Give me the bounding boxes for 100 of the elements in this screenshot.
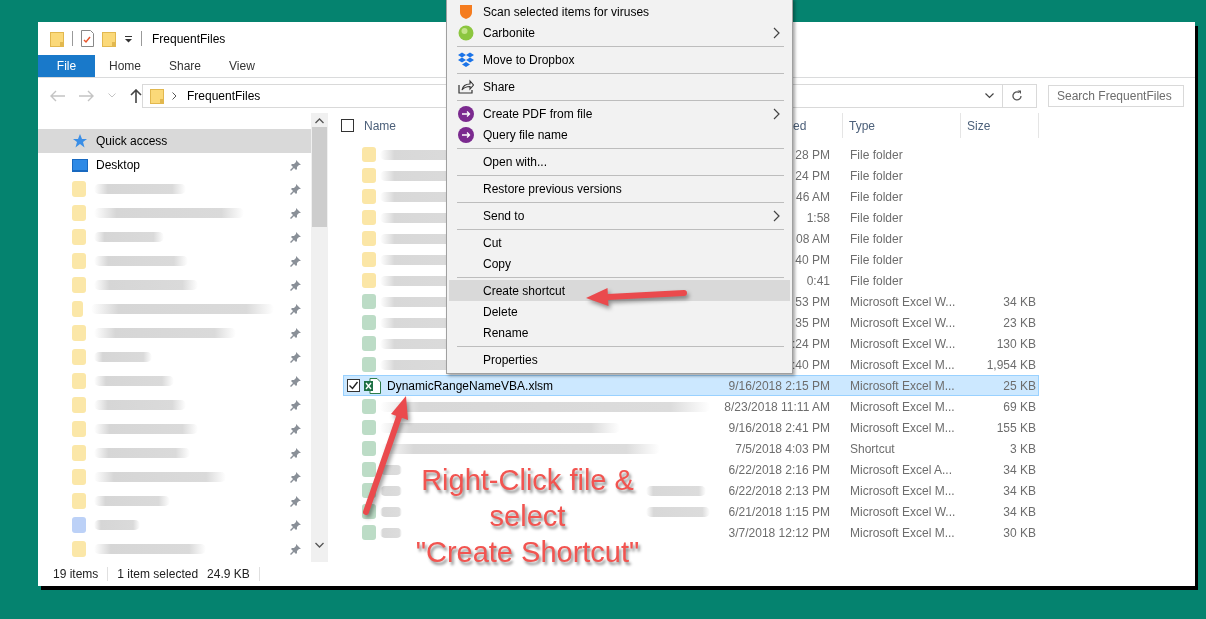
- file-type: File folder: [849, 147, 904, 162]
- ribbon-tab[interactable]: Home: [95, 55, 155, 77]
- date-modified: 6/22/2018 2:13 PM: [727, 483, 830, 498]
- file-size: 25 KB: [1002, 378, 1037, 393]
- file-type: Microsoft Excel A...: [849, 462, 954, 477]
- blurred-icon: [72, 445, 86, 461]
- file-type: File folder: [849, 168, 904, 183]
- date-modified: 35 PM: [794, 315, 830, 330]
- file-size: 23 KB: [1002, 315, 1037, 330]
- menu-item[interactable]: Scan selected items for viruses: [449, 1, 790, 22]
- sidebar-item[interactable]: Desktop: [38, 153, 311, 177]
- blurred-icon: [362, 441, 376, 456]
- blurred-text: [380, 506, 402, 517]
- window-title: FrequentFiles: [152, 31, 226, 46]
- blurred-icon: [362, 294, 376, 309]
- file-type: Microsoft Excel M...: [849, 399, 956, 414]
- item-count: 19 items: [53, 567, 99, 581]
- blurred-text: [380, 464, 402, 475]
- file-size: 34 KB: [1002, 294, 1037, 309]
- scrollbar[interactable]: [311, 113, 328, 562]
- file-size: 34 KB: [1002, 504, 1037, 519]
- select-all-checkbox[interactable]: [341, 119, 354, 132]
- sidebar-item[interactable]: Quick access: [38, 129, 311, 153]
- blurred-icon: [362, 210, 376, 225]
- file-size: 34 KB: [1002, 462, 1037, 477]
- file-type: Microsoft Excel W...: [849, 336, 957, 351]
- blurred-icon: [72, 205, 86, 221]
- file-type: File folder: [849, 273, 904, 288]
- annotation-text: Right-Click file & select "Create Shortcut": [414, 463, 641, 570]
- menu-item[interactable]: Query file name: [449, 124, 790, 145]
- recent-dropdown-icon[interactable]: [108, 93, 116, 98]
- blurred-icon: [362, 168, 376, 183]
- dropdown-chevron-icon[interactable]: [985, 92, 994, 99]
- file-size: 155 KB: [995, 420, 1037, 435]
- pdf-icon: [458, 105, 474, 122]
- blurred-text: [94, 352, 152, 362]
- menu-item[interactable]: Restore previous versions: [449, 178, 790, 199]
- blurred-text: [646, 506, 710, 517]
- menu-item[interactable]: Send to: [449, 205, 790, 226]
- folder-icon: [150, 87, 164, 104]
- date-modified: 46 AM: [794, 189, 830, 204]
- menu-item[interactable]: Create shortcut: [449, 280, 790, 301]
- blurred-icon: [72, 349, 86, 365]
- file-type: Microsoft Excel M...: [849, 483, 956, 498]
- menu-item[interactable]: Carbonite: [449, 22, 790, 43]
- scroll-up-icon[interactable]: [315, 118, 324, 124]
- scroll-down-icon[interactable]: [315, 542, 324, 548]
- column-header[interactable]: Name: [364, 118, 396, 133]
- date-modified: 6/22/2018 2:16 PM: [727, 462, 830, 477]
- search-field[interactable]: Search FrequentFiles: [1048, 84, 1184, 107]
- blurred-icon: [362, 462, 376, 477]
- menu-item[interactable]: Rename: [449, 322, 790, 343]
- file-size: 30 KB: [1002, 525, 1037, 540]
- chevron-right-icon: [172, 91, 177, 100]
- blurred-icon: [72, 229, 86, 245]
- file-name[interactable]: DynamicRangeNameVBA.xlsm: [387, 378, 554, 393]
- date-modified: 53 PM: [794, 294, 830, 309]
- file-type: Shortcut: [849, 441, 896, 456]
- blurred-icon: [72, 373, 86, 389]
- selection-size: 24.9 KB: [207, 567, 250, 581]
- date-modified: 9/16/2018 2:15 PM: [727, 378, 830, 393]
- menu-item[interactable]: Share: [449, 76, 790, 97]
- selected-row[interactable]: DynamicRangeNameVBA.xlsm 9/16/2018 2:15 PM Microsoft Excel M... 25 KB: [343, 375, 1039, 396]
- blurred-icon: [72, 325, 86, 341]
- date-modified: 28 PM: [794, 147, 830, 162]
- column-header[interactable]: Type: [849, 118, 875, 133]
- menu-item[interactable]: Open with...: [449, 151, 790, 172]
- blurred-icon: [72, 181, 86, 197]
- file-type: File folder: [849, 252, 904, 267]
- scrollbar-thumb[interactable]: [312, 127, 327, 227]
- file-type: Microsoft Excel M...: [849, 357, 956, 372]
- breadcrumb-path[interactable]: FrequentFiles: [187, 88, 261, 103]
- file-size: 69 KB: [1002, 399, 1037, 414]
- file-type: Microsoft Excel M...: [849, 378, 956, 393]
- column-header[interactable]: ed: [793, 118, 807, 133]
- blurred-text: [380, 485, 402, 496]
- ribbon-tab[interactable]: View: [215, 55, 269, 77]
- row-checkbox[interactable]: [347, 379, 360, 392]
- date-modified: 0:41: [805, 273, 830, 288]
- ribbon-tab[interactable]: Share: [155, 55, 216, 77]
- folder-icon: [50, 30, 64, 47]
- up-arrow-icon[interactable]: [130, 88, 142, 103]
- date-modified: 8/23/2018 11:11 AM: [723, 399, 830, 414]
- back-arrow-icon[interactable]: [50, 89, 65, 102]
- shield-icon: [458, 3, 474, 20]
- menu-item[interactable]: Cut: [449, 232, 790, 253]
- date-modified: 24 PM: [794, 168, 830, 183]
- menu-item[interactable]: Copy: [449, 253, 790, 274]
- refresh-icon[interactable]: [1011, 89, 1023, 102]
- menu-item[interactable]: Move to Dropbox: [449, 49, 790, 70]
- file-menu-tab[interactable]: File: [38, 55, 95, 77]
- forward-arrow-icon[interactable]: [79, 89, 94, 102]
- column-header[interactable]: Size: [967, 118, 991, 133]
- menu-item[interactable]: Properties: [449, 349, 790, 370]
- menu-item[interactable]: Create PDF from file: [449, 103, 790, 124]
- blurred-text: [380, 527, 402, 538]
- file-size: 130 KB: [995, 336, 1037, 351]
- file-type: File folder: [849, 189, 904, 204]
- blurred-icon: [362, 315, 376, 330]
- menu-item[interactable]: Delete: [449, 301, 790, 322]
